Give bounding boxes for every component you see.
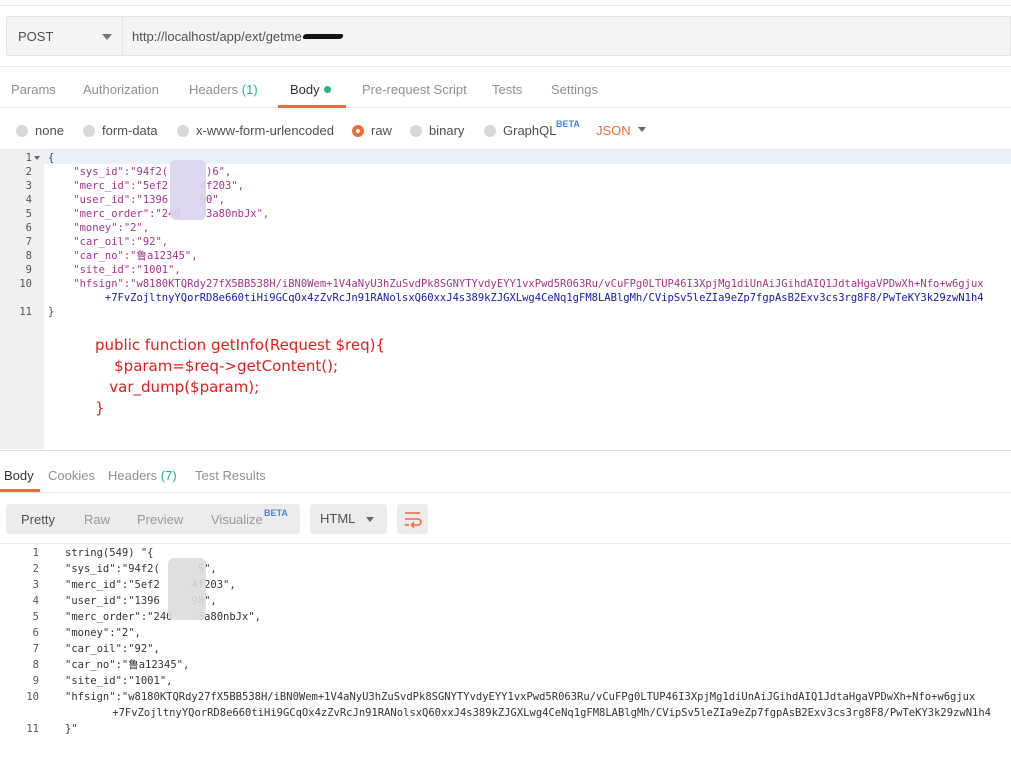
response-tab-headers[interactable]: Headers (7) <box>108 468 177 483</box>
radio-selected-icon <box>352 124 364 137</box>
radio-circle-icon <box>16 124 28 137</box>
privacy-blur <box>170 160 206 220</box>
graphql-beta-badge: BETA <box>556 119 580 129</box>
headers-count: (1) <box>241 82 258 97</box>
privacy-blur <box>168 558 206 620</box>
radio-circle-icon <box>484 124 496 137</box>
response-format-select[interactable]: HTML <box>310 504 387 534</box>
annotation-line: $param=$req->getContent(); <box>95 357 339 375</box>
tab-pre-request-script[interactable]: Pre-request Script <box>362 82 467 97</box>
radio-form-data[interactable]: form-data <box>83 123 158 138</box>
tab-params[interactable]: Params <box>11 82 56 97</box>
annotation-line: } <box>95 399 105 417</box>
request-bar: POST http://localhost/app/ext/getme <box>6 16 1011 56</box>
radio-raw[interactable]: raw <box>352 123 392 138</box>
response-headers-count: (7) <box>160 468 177 483</box>
radio-none[interactable]: none <box>16 123 64 138</box>
response-tab-cookies[interactable]: Cookies <box>48 468 95 483</box>
wrap-lines-button[interactable] <box>397 504 428 534</box>
response-view-modes: Pretty Raw Preview Visualize BETA <box>6 504 300 534</box>
visualize-beta-badge: BETA <box>264 508 288 518</box>
divider <box>0 492 1011 493</box>
radio-urlencoded[interactable]: x-www-form-urlencoded <box>177 123 334 138</box>
tab-authorization[interactable]: Authorization <box>83 82 159 97</box>
body-type-options: none form-data x-www-form-urlencoded raw… <box>0 108 1011 148</box>
annotation-line: public function getInfo(Request $req){ <box>95 336 386 354</box>
annotation-line: var_dump($param); <box>95 378 260 396</box>
radio-circle-icon <box>83 124 95 137</box>
radio-circle-icon <box>177 124 189 137</box>
chevron-down-icon <box>638 127 646 132</box>
view-preview-button[interactable]: Preview <box>137 512 183 527</box>
view-pretty-button[interactable]: Pretty <box>21 512 55 527</box>
method-label: POST <box>18 28 54 44</box>
tab-headers[interactable]: Headers (1) <box>189 82 258 97</box>
top-strip <box>0 0 1011 6</box>
radio-binary[interactable]: binary <box>410 123 464 138</box>
view-visualize-button[interactable]: Visualize <box>211 512 263 527</box>
method-select[interactable]: POST <box>6 16 123 56</box>
fold-arrow-icon[interactable] <box>34 156 40 160</box>
tab-tests[interactable]: Tests <box>492 82 522 97</box>
wrap-lines-icon <box>405 512 422 529</box>
response-tab-test-results[interactable]: Test Results <box>195 468 266 483</box>
response-tab-body[interactable]: Body <box>4 468 34 483</box>
radio-graphql[interactable]: GraphQL <box>484 123 556 138</box>
request-tabs: Params Authorization Headers (1) Body Pr… <box>0 66 1011 108</box>
url-input[interactable]: http://localhost/app/ext/getme <box>123 16 1011 56</box>
request-body-editor[interactable]: 1{ 2 "sys_id":"94f2( )6", 3 "merc_id":"5… <box>0 149 1011 449</box>
tab-settings[interactable]: Settings <box>551 82 598 97</box>
response-body-viewer[interactable]: 1 string(549) "{ 2 "sys_id":"94f2( 5", 3 "m… <box>0 543 1011 743</box>
view-raw-button[interactable]: Raw <box>84 512 110 527</box>
tab-body[interactable]: Body <box>290 82 331 97</box>
redaction-mark <box>301 33 344 39</box>
chevron-down-icon <box>102 34 112 40</box>
url-text: http://localhost/app/ext/getme <box>132 28 302 44</box>
raw-format-select[interactable]: JSON <box>596 123 646 138</box>
radio-circle-icon <box>410 124 422 137</box>
response-panel: Body Cookies Headers (7) Test Results Pr… <box>0 450 1011 759</box>
modified-dot-icon <box>323 86 331 93</box>
chevron-down-icon <box>366 517 374 522</box>
